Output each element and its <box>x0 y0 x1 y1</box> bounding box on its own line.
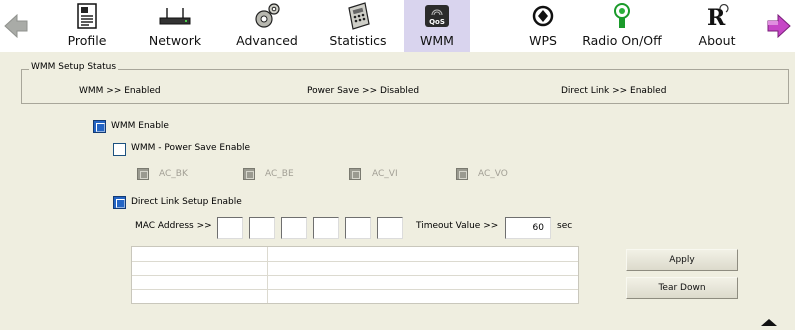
toolbar-label-radio: Radio On/Off <box>582 33 662 48</box>
network-icon <box>158 0 192 32</box>
collapse-arrow-icon[interactable] <box>743 315 795 330</box>
toolbar: Profile Network Advanced Statistics QoS … <box>0 0 795 52</box>
tear-down-button[interactable]: Tear Down <box>626 277 738 299</box>
status-legend: WMM Setup Status <box>29 61 119 73</box>
ac-vi-label: AC_VI <box>372 169 398 179</box>
ac-bk-checkbox[interactable] <box>137 168 149 180</box>
wmm-enable-label: WMM Enable <box>111 121 169 131</box>
toolbar-label-wmm: WMM <box>420 33 454 48</box>
direct-link-checkbox[interactable] <box>113 196 126 209</box>
toolbar-item-about[interactable]: R About <box>693 0 741 52</box>
table-row <box>132 275 578 276</box>
svg-text:R: R <box>707 5 726 29</box>
toolbar-item-statistics[interactable]: Statistics <box>323 0 393 52</box>
statistics-icon <box>345 0 371 32</box>
toolbar-label-statistics: Statistics <box>329 33 387 48</box>
about-icon: R <box>705 0 729 32</box>
toolbar-item-wmm[interactable]: QoS WMM <box>404 0 470 52</box>
mac-octet-6[interactable] <box>377 217 403 239</box>
ac-be-checkbox[interactable] <box>243 168 255 180</box>
status-power-save: Power Save >> Disabled <box>307 86 420 96</box>
mac-octet-5[interactable] <box>345 217 371 239</box>
mac-octet-3[interactable] <box>281 217 307 239</box>
profile-icon <box>76 0 98 32</box>
status-direct-link: Direct Link >> Enabled <box>561 86 667 96</box>
qos-icon: QoS <box>424 0 450 32</box>
toolbar-label-about: About <box>698 33 736 48</box>
ac-vo-checkbox[interactable] <box>456 168 468 180</box>
mac-octet-2[interactable] <box>249 217 275 239</box>
toolbar-item-network[interactable]: Network <box>142 0 208 52</box>
ac-vi-checkbox[interactable] <box>349 168 361 180</box>
ac-vo-label: AC_VO <box>478 169 508 179</box>
mac-address-label: MAC Address >> <box>135 221 212 231</box>
table-row <box>132 261 578 262</box>
mac-octet-1[interactable] <box>217 217 243 239</box>
timeout-unit: sec <box>557 221 573 231</box>
table-row <box>132 289 578 290</box>
toolbar-label-advanced: Advanced <box>236 33 298 48</box>
forward-arrow-icon[interactable] <box>766 13 792 41</box>
power-save-label: WMM - Power Save Enable <box>131 143 251 153</box>
toolbar-label-profile: Profile <box>67 33 107 48</box>
mac-octet-4[interactable] <box>313 217 339 239</box>
toolbar-item-radio[interactable]: Radio On/Off <box>580 0 664 52</box>
direct-link-label: Direct Link Setup Enable <box>131 197 242 207</box>
ac-be-label: AC_BE <box>265 169 294 179</box>
svg-text:QoS: QoS <box>429 18 445 26</box>
wps-icon <box>532 0 554 32</box>
timeout-input[interactable]: 60 <box>505 217 551 239</box>
apply-button[interactable]: Apply <box>626 249 738 271</box>
radio-icon <box>612 0 632 32</box>
power-save-checkbox[interactable] <box>113 143 126 156</box>
back-arrow-icon[interactable] <box>3 13 29 41</box>
toolbar-item-advanced[interactable]: Advanced <box>231 0 303 52</box>
toolbar-label-network: Network <box>148 33 202 48</box>
ac-bk-label: AC_BK <box>159 169 188 179</box>
toolbar-item-wps[interactable]: WPS <box>518 0 568 52</box>
dls-table[interactable] <box>131 246 579 304</box>
advanced-icon <box>252 0 282 32</box>
timeout-label: Timeout Value >> <box>416 221 499 231</box>
toolbar-label-wps: WPS <box>529 33 557 48</box>
toolbar-item-profile[interactable]: Profile <box>60 0 114 52</box>
wmm-enable-checkbox[interactable] <box>93 120 106 133</box>
status-wmm: WMM >> Enabled <box>79 86 161 96</box>
